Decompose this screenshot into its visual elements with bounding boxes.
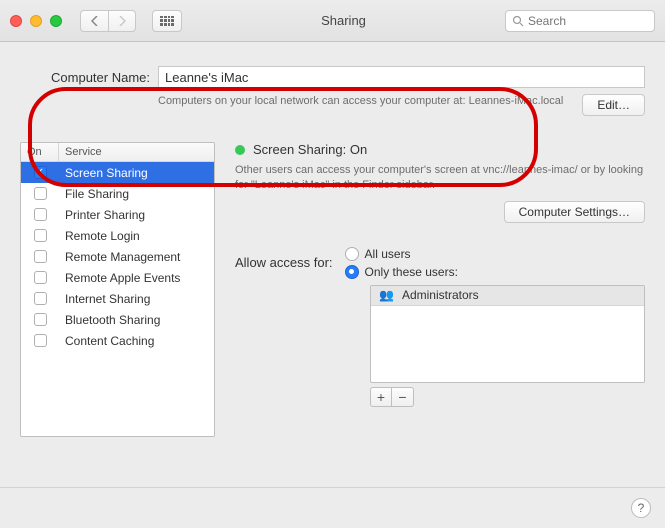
service-row[interactable]: Remote Apple Events	[21, 267, 214, 288]
zoom-icon[interactable]	[50, 15, 62, 27]
service-checkbox[interactable]	[34, 292, 47, 305]
search-field[interactable]	[505, 10, 655, 32]
service-row[interactable]: Remote Login	[21, 225, 214, 246]
user-label: Administrators	[402, 288, 479, 302]
traffic-lights	[10, 15, 62, 27]
grid-icon	[160, 16, 174, 26]
service-checkbox[interactable]	[34, 250, 47, 263]
radio-only-users[interactable]: Only these users:	[345, 265, 458, 279]
separator	[0, 487, 665, 488]
window-title: Sharing	[190, 13, 497, 28]
computer-name-subtext-row: Computers on your local network can acce…	[20, 94, 645, 116]
services-header: On Service	[21, 143, 214, 162]
service-checkbox[interactable]	[34, 313, 47, 326]
column-on: On	[21, 143, 59, 161]
status-row: Screen Sharing: On	[235, 142, 645, 157]
computer-settings-button[interactable]: Computer Settings…	[504, 201, 645, 223]
service-row[interactable]: Bluetooth Sharing	[21, 309, 214, 330]
service-checkbox[interactable]	[34, 208, 47, 221]
service-checkbox[interactable]	[34, 271, 47, 284]
close-icon[interactable]	[10, 15, 22, 27]
service-label: File Sharing	[59, 187, 214, 201]
radio-all-label: All users	[365, 247, 411, 261]
service-label: Bluetooth Sharing	[59, 313, 214, 327]
show-all-button[interactable]	[152, 10, 182, 32]
radio-only-label: Only these users:	[365, 265, 458, 279]
nav-group	[80, 10, 136, 32]
status-indicator-icon	[235, 145, 245, 155]
service-row[interactable]: Printer Sharing	[21, 204, 214, 225]
service-label: Screen Sharing	[59, 166, 214, 180]
status-description: Other users can access your computer's s…	[235, 163, 645, 193]
access-label: Allow access for:	[235, 255, 333, 270]
group-icon: 👥	[379, 288, 394, 302]
minimize-icon[interactable]	[30, 15, 42, 27]
radio-icon	[345, 247, 359, 261]
service-checkbox[interactable]	[34, 334, 47, 347]
help-button[interactable]: ?	[631, 498, 651, 518]
service-label: Printer Sharing	[59, 208, 214, 222]
service-row[interactable]: Screen Sharing	[21, 162, 214, 183]
service-checkbox[interactable]	[34, 229, 47, 242]
computer-name-row: Computer Name:	[20, 66, 645, 88]
radio-all-users[interactable]: All users	[345, 247, 458, 261]
add-user-button[interactable]: +	[370, 387, 392, 407]
search-input[interactable]	[528, 14, 648, 28]
service-label: Internet Sharing	[59, 292, 214, 306]
users-list[interactable]: 👥 Administrators	[370, 285, 645, 383]
service-label: Remote Login	[59, 229, 214, 243]
edit-button[interactable]: Edit…	[582, 94, 645, 116]
radio-icon	[345, 265, 359, 279]
service-checkbox[interactable]	[34, 187, 47, 200]
back-button[interactable]	[80, 10, 108, 32]
service-label: Remote Apple Events	[59, 271, 214, 285]
service-row[interactable]: Remote Management	[21, 246, 214, 267]
service-checkbox[interactable]	[34, 166, 47, 179]
computer-name-input[interactable]	[158, 66, 645, 88]
remove-user-button[interactable]: −	[392, 387, 414, 407]
column-service: Service	[59, 143, 214, 161]
access-options: All users Only these users:	[345, 247, 458, 279]
user-row[interactable]: 👥 Administrators	[371, 286, 644, 306]
service-row[interactable]: Content Caching	[21, 330, 214, 351]
services-list[interactable]: On Service Screen Sharing File Sharing Pri…	[20, 142, 215, 437]
titlebar: Sharing	[0, 0, 665, 42]
search-icon	[512, 15, 524, 27]
content: Computer Name: Computers on your local n…	[0, 42, 665, 528]
status-title: Screen Sharing: On	[253, 142, 367, 157]
service-row[interactable]: Internet Sharing	[21, 288, 214, 309]
forward-button[interactable]	[108, 10, 136, 32]
main-row: On Service Screen Sharing File Sharing Pri…	[20, 142, 645, 437]
access-row: Allow access for: All users Only these u…	[235, 247, 645, 279]
service-label: Remote Management	[59, 250, 214, 264]
computer-name-label: Computer Name:	[20, 70, 150, 85]
computer-name-subtext: Computers on your local network can acce…	[158, 94, 575, 116]
service-row[interactable]: File Sharing	[21, 183, 214, 204]
detail-panel: Screen Sharing: On Other users can acces…	[235, 142, 645, 437]
service-label: Content Caching	[59, 334, 214, 348]
